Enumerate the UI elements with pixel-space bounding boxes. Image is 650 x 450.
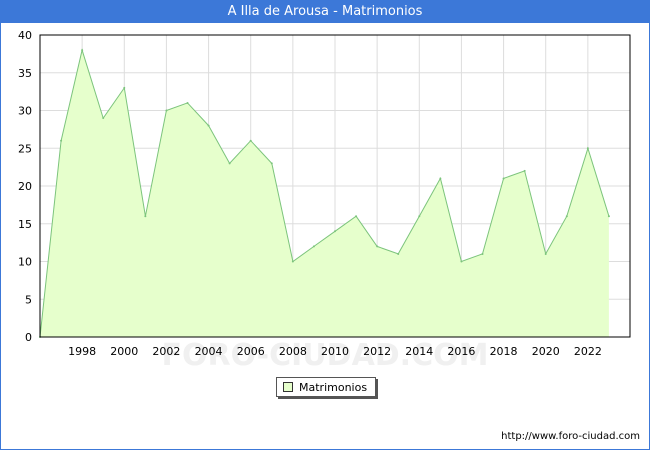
y-tick-label: 35 <box>18 67 32 80</box>
data-point <box>312 245 315 248</box>
legend: Matrimonios <box>276 377 377 397</box>
data-point <box>270 162 273 165</box>
legend-label: Matrimonios <box>299 380 368 394</box>
data-point <box>249 139 252 142</box>
x-tick-label: 2000 <box>110 345 138 358</box>
data-point <box>418 215 421 218</box>
data-point <box>60 139 63 142</box>
y-tick-label: 10 <box>18 256 32 269</box>
data-point <box>397 252 400 255</box>
data-point <box>460 260 463 263</box>
data-point <box>165 109 168 112</box>
area-layer <box>39 48 610 338</box>
legend-swatch <box>283 382 293 392</box>
source-url: http://www.foro-ciudad.com <box>501 431 640 442</box>
x-tick-label: 2012 <box>363 345 391 358</box>
data-point <box>481 252 484 255</box>
data-point <box>523 169 526 172</box>
x-tick-label: 2008 <box>279 345 307 358</box>
x-tick-label: 2010 <box>321 345 349 358</box>
data-point <box>123 86 126 89</box>
data-point <box>334 230 336 233</box>
x-tick-label: 2002 <box>152 345 180 358</box>
data-point <box>186 101 189 104</box>
x-tick-label: 2020 <box>532 345 560 358</box>
data-point <box>544 252 547 255</box>
data-point <box>355 215 358 218</box>
data-point <box>144 215 147 218</box>
data-point <box>586 147 589 150</box>
x-tick-label: 2014 <box>405 345 433 358</box>
data-point <box>607 215 610 218</box>
data-point <box>565 215 568 218</box>
y-tick-label: 40 <box>18 29 32 42</box>
x-tick-label: 2022 <box>574 345 602 358</box>
data-point <box>502 177 505 180</box>
y-tick-label: 20 <box>18 180 32 193</box>
y-tick-label: 0 <box>25 331 32 344</box>
data-point <box>228 162 231 165</box>
data-point <box>81 49 84 52</box>
y-tick-label: 25 <box>18 142 32 155</box>
x-tick-label: 2018 <box>490 345 518 358</box>
y-tick-label: 30 <box>18 105 32 118</box>
y-tick-label: 15 <box>18 218 32 231</box>
data-point <box>102 117 105 120</box>
data-point <box>439 177 442 180</box>
data-point <box>291 260 294 263</box>
x-tick-label: 2004 <box>195 345 223 358</box>
y-tick-label: 5 <box>25 293 32 306</box>
data-point <box>207 124 210 127</box>
x-tick-label: 1998 <box>68 345 96 358</box>
data-point <box>376 245 379 248</box>
x-tick-label: 2006 <box>237 345 265 358</box>
x-tick-label: 2016 <box>447 345 475 358</box>
